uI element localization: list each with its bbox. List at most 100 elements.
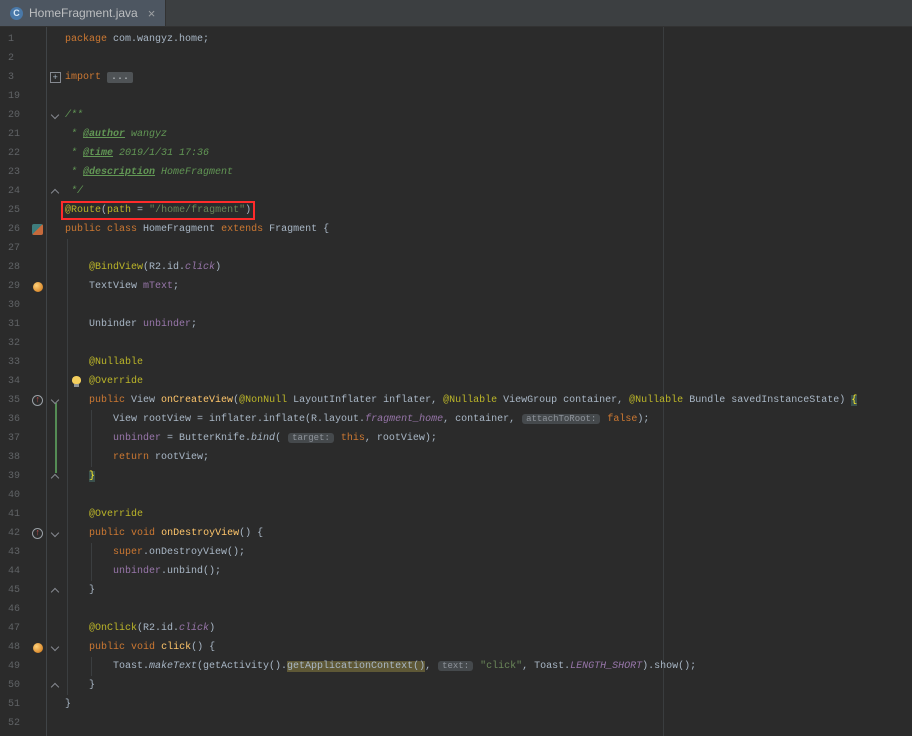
code-line[interactable]: 20/** <box>0 106 912 125</box>
line-number[interactable]: 19 <box>0 87 28 106</box>
line-number[interactable]: 49 <box>0 657 28 676</box>
code-line[interactable]: 39 } <box>0 467 912 486</box>
override-method-icon[interactable] <box>32 395 43 406</box>
code-line[interactable]: 21 * @author wangyz <box>0 125 912 144</box>
code-text: @Route(path = "/home/fragment") <box>65 201 912 220</box>
class-annotation-icon[interactable] <box>32 224 43 235</box>
line-number[interactable]: 44 <box>0 562 28 581</box>
code-line[interactable]: 26public class HomeFragment extends Frag… <box>0 220 912 239</box>
code-line[interactable]: 38 return rootView; <box>0 448 912 467</box>
line-number[interactable]: 43 <box>0 543 28 562</box>
fold-marker-start-icon[interactable] <box>51 396 59 404</box>
line-number[interactable]: 50 <box>0 676 28 695</box>
gutter-icon-cell <box>28 562 47 581</box>
line-number[interactable]: 36 <box>0 410 28 429</box>
tab-close-icon[interactable]: × <box>148 7 156 20</box>
code-line[interactable]: 36 View rootView = inflater.inflate(R.la… <box>0 410 912 429</box>
code-line[interactable]: 46 <box>0 600 912 619</box>
line-number[interactable]: 47 <box>0 619 28 638</box>
code-editor[interactable]: 1package com.wangyz.home;23import ...192… <box>0 27 912 736</box>
code-line[interactable]: 27 <box>0 239 912 258</box>
line-number[interactable]: 48 <box>0 638 28 657</box>
code-line[interactable]: 3import ... <box>0 68 912 87</box>
line-number[interactable]: 41 <box>0 505 28 524</box>
line-number[interactable]: 28 <box>0 258 28 277</box>
line-number[interactable]: 51 <box>0 695 28 714</box>
line-number[interactable]: 34 <box>0 372 28 391</box>
line-number[interactable]: 40 <box>0 486 28 505</box>
line-number[interactable]: 24 <box>0 182 28 201</box>
code-line[interactable]: 41 @Override <box>0 505 912 524</box>
editor-lines[interactable]: 1package com.wangyz.home;23import ...192… <box>0 27 912 733</box>
line-number[interactable]: 26 <box>0 220 28 239</box>
code-line[interactable]: 37 unbinder = ButterKnife.bind( target: … <box>0 429 912 448</box>
code-line[interactable]: 47 @OnClick(R2.id.click) <box>0 619 912 638</box>
code-line[interactable]: 43 super.onDestroyView(); <box>0 543 912 562</box>
line-number[interactable]: 30 <box>0 296 28 315</box>
code-line[interactable]: 35 public View onCreateView(@NonNull Lay… <box>0 391 912 410</box>
fold-marker-start-icon[interactable] <box>51 529 59 537</box>
code-line[interactable]: 45 } <box>0 581 912 600</box>
code-line[interactable]: 1package com.wangyz.home; <box>0 30 912 49</box>
code-line[interactable]: 29 TextView mText; <box>0 277 912 296</box>
line-number[interactable]: 25 <box>0 201 28 220</box>
line-number[interactable]: 32 <box>0 334 28 353</box>
line-number[interactable]: 46 <box>0 600 28 619</box>
code-line[interactable]: 2 <box>0 49 912 68</box>
fold-marker-end-icon[interactable] <box>51 683 59 691</box>
line-number[interactable]: 23 <box>0 163 28 182</box>
gutter-icon-cell <box>28 239 47 258</box>
code-line[interactable]: 23 * @description HomeFragment <box>0 163 912 182</box>
code-line[interactable]: 28 @BindView(R2.id.click) <box>0 258 912 277</box>
code-line[interactable]: 22 * @time 2019/1/31 17:36 <box>0 144 912 163</box>
code-line[interactable]: 25 @Route(path = "/home/fragment") <box>0 201 912 220</box>
code-line[interactable]: 48 public void click() { <box>0 638 912 657</box>
line-number[interactable]: 21 <box>0 125 28 144</box>
override-method-icon[interactable] <box>32 528 43 539</box>
fold-cell <box>47 334 65 353</box>
code-line[interactable]: 33 @Nullable <box>0 353 912 372</box>
fold-marker-start-icon[interactable] <box>51 643 59 651</box>
gutter-icon-cell <box>28 410 47 429</box>
code-line[interactable]: 34 @Override <box>0 372 912 391</box>
fold-marker-end-icon[interactable] <box>51 588 59 596</box>
fold-marker-end-icon[interactable] <box>51 189 59 197</box>
line-number[interactable]: 39 <box>0 467 28 486</box>
code-line[interactable]: 31 Unbinder unbinder; <box>0 315 912 334</box>
code-line[interactable]: 44 unbinder.unbind(); <box>0 562 912 581</box>
line-number[interactable]: 31 <box>0 315 28 334</box>
line-number[interactable]: 29 <box>0 277 28 296</box>
fold-marker-end-icon[interactable] <box>51 474 59 482</box>
code-line[interactable]: 32 <box>0 334 912 353</box>
line-number[interactable]: 37 <box>0 429 28 448</box>
code-line[interactable]: 30 <box>0 296 912 315</box>
code-line[interactable]: 40 <box>0 486 912 505</box>
bind-indicator-icon[interactable] <box>33 282 43 292</box>
code-line[interactable]: 51} <box>0 695 912 714</box>
tab-homefragment-java[interactable]: C HomeFragment.java × <box>0 0 166 26</box>
fold-marker-plus-icon[interactable] <box>50 72 61 83</box>
intention-bulb-icon[interactable] <box>72 376 81 384</box>
line-number[interactable]: 2 <box>0 49 28 68</box>
line-number[interactable]: 1 <box>0 30 28 49</box>
line-number[interactable]: 42 <box>0 524 28 543</box>
code-line[interactable]: 19 <box>0 87 912 106</box>
line-number[interactable]: 27 <box>0 239 28 258</box>
code-line[interactable]: 42 public void onDestroyView() { <box>0 524 912 543</box>
code-line[interactable]: 52 <box>0 714 912 733</box>
line-number[interactable]: 33 <box>0 353 28 372</box>
line-number[interactable]: 52 <box>0 714 28 733</box>
line-number[interactable]: 3 <box>0 68 28 87</box>
fold-marker-start-icon[interactable] <box>51 111 59 119</box>
line-number[interactable]: 38 <box>0 448 28 467</box>
line-number[interactable]: 35 <box>0 391 28 410</box>
code-line[interactable]: 24 */ <box>0 182 912 201</box>
code-text: * @author wangyz <box>65 125 912 144</box>
line-number[interactable]: 20 <box>0 106 28 125</box>
line-number[interactable]: 22 <box>0 144 28 163</box>
line-number[interactable]: 45 <box>0 581 28 600</box>
gutter-icon-cell <box>28 467 47 486</box>
code-line[interactable]: 49 Toast.makeText(getActivity().getAppli… <box>0 657 912 676</box>
code-line[interactable]: 50 } <box>0 676 912 695</box>
bind-indicator-icon[interactable] <box>33 643 43 653</box>
